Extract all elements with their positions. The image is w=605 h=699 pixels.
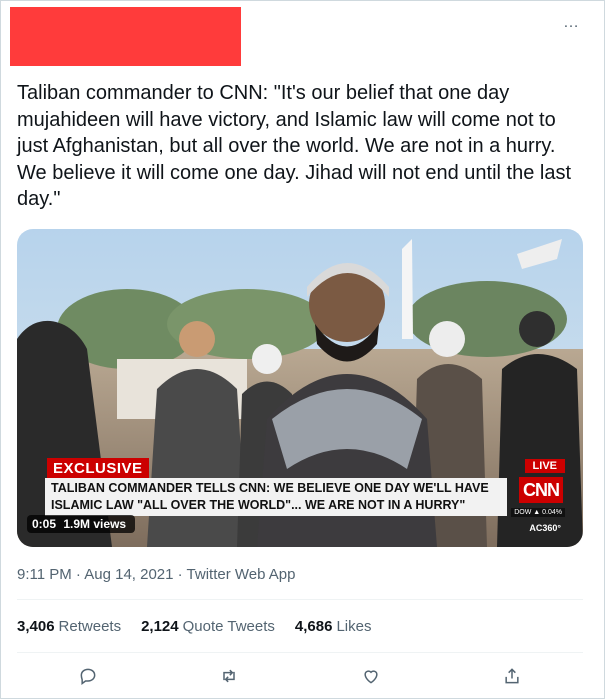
retweet-button[interactable] — [217, 664, 241, 688]
reply-button[interactable] — [76, 664, 100, 688]
video-duration: 0:05 — [32, 517, 57, 531]
heart-icon — [364, 670, 378, 684]
likes-label: Likes — [336, 618, 372, 635]
exclusive-badge: EXCLUSIVE — [47, 458, 149, 479]
divider — [17, 599, 583, 600]
news-chyron: TALIBAN COMMANDER TELLS CNN: WE BELIEVE … — [45, 478, 507, 516]
retweets-stat[interactable]: 3,406 Retweets — [17, 618, 121, 635]
tweet-timestamp[interactable]: 9:11 PM · Aug 14, 2021 · Twitter Web App — [17, 566, 296, 583]
video-views: 1.9M views — [63, 517, 127, 531]
live-badge: LIVE — [524, 459, 565, 473]
likes-count: 4,686 — [294, 618, 333, 635]
share-icon — [505, 668, 519, 684]
video-player[interactable]: EXCLUSIVE LIVE TALIBAN COMMANDER TELLS C… — [17, 229, 583, 547]
redacted-author-block — [10, 7, 241, 66]
chyron-line-2: ISLAMIC LAW "ALL OVER THE WORLD"... WE A… — [51, 498, 466, 512]
like-button[interactable] — [359, 664, 383, 688]
retweets-label: Retweets — [58, 618, 122, 635]
engagement-stats: 3,406 Retweets 2,124 Quote Tweets 4,686 Lik… — [17, 618, 371, 635]
show-name: AC360° — [529, 523, 561, 533]
market-ticker: DOW ▲ 0.04% — [511, 508, 565, 517]
tweet-actions — [17, 664, 583, 688]
retweets-count: 3,406 — [17, 618, 55, 635]
quotes-count: 2,124 — [141, 618, 179, 635]
quotes-label: Quote Tweets — [182, 618, 275, 635]
tweet-text: Taliban commander to CNN: "It's our beli… — [17, 82, 571, 210]
video-info-badge: 0:05 1.9M views — [27, 515, 136, 533]
share-button[interactable] — [500, 664, 524, 688]
retweet-icon — [223, 669, 235, 683]
divider — [17, 652, 583, 653]
likes-stat[interactable]: 4,686 Likes — [295, 618, 372, 635]
chyron-line-1: TALIBAN COMMANDER TELLS CNN: WE BELIEVE … — [51, 481, 489, 495]
reply-icon — [80, 668, 96, 685]
quote-tweets-stat[interactable]: 2,124 Quote Tweets — [141, 618, 275, 635]
network-logo: CNN — [519, 477, 563, 503]
more-options-icon[interactable]: … — [563, 14, 580, 32]
